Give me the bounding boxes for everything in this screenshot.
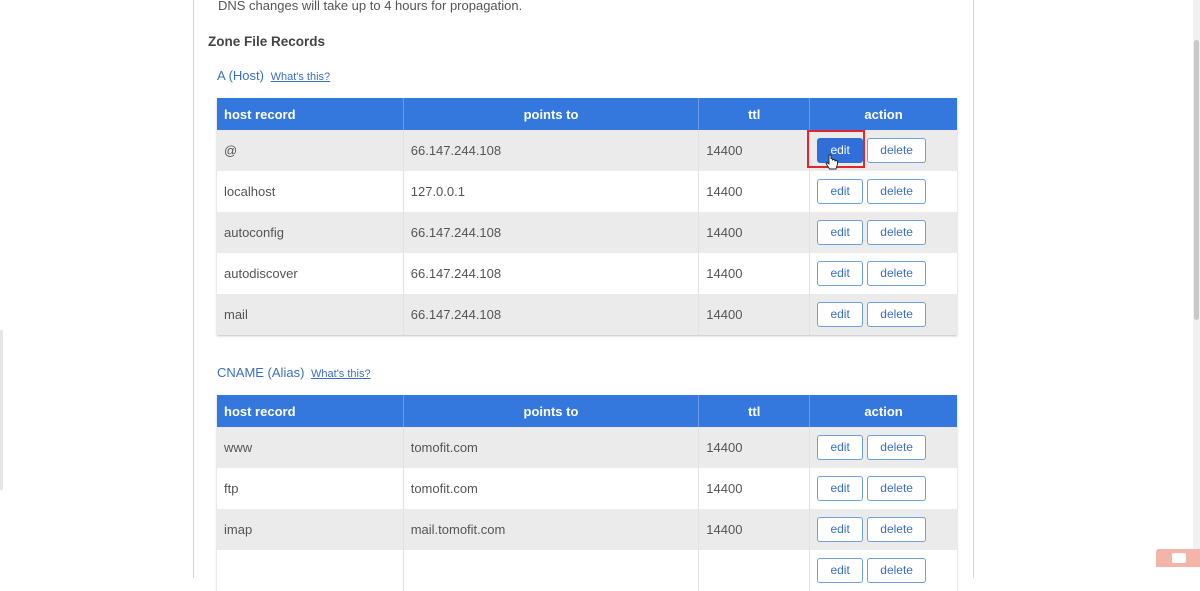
scrollbar-thumb[interactable] [1194,40,1199,320]
ttl-cell: 14400 [698,468,811,509]
a-host-title: A (Host) [217,68,264,83]
propagation-notice: DNS changes will take up to 4 hours for … [218,0,523,13]
ttl-cell: 14400 [698,253,811,294]
cname-heading: CNAME (Alias) What's this? [217,365,371,380]
table-row: imap mail.tomofit.com 14400 edit delete [217,509,957,550]
ttl-cell: 14400 [698,130,811,171]
action-cell: edit delete [809,427,957,468]
delete-button[interactable]: delete [867,558,927,583]
ttl-cell: 14400 [698,509,811,550]
header-action: action [809,395,957,427]
header-host-record: host record [217,395,404,427]
a-host-table: host record points to ttl action @66.147… [217,98,957,335]
dns-panel: DNS changes will take up to 4 hours for … [193,0,974,591]
delete-button[interactable]: delete [867,435,927,460]
host-record-cell: autodiscover [217,253,404,294]
ttl-cell [698,550,811,591]
edit-button[interactable]: edit [817,220,864,245]
edit-button[interactable]: edit [817,302,864,327]
hand-cursor-icon [825,154,838,170]
header-points-to: points to [403,395,700,427]
edit-button[interactable]: edit [817,435,864,460]
table-row: ftp tomofit.com 14400 edit delete [217,468,957,509]
table-row: edit delete [217,550,957,591]
delete-button[interactable]: delete [867,220,927,245]
a-host-heading: A (Host) What's this? [217,68,330,83]
youtube-icon [1156,549,1200,567]
header-points-to: points to [403,98,700,130]
delete-button[interactable]: delete [867,517,927,542]
host-record-cell: localhost [217,171,404,212]
table-row: autodiscover 66.147.244.108 14400 edit delet… [217,253,957,294]
header-ttl: ttl [698,98,811,130]
host-record-cell: ftp [217,468,404,509]
delete-button[interactable]: delete [867,302,927,327]
action-cell: edit delete [809,468,957,509]
cname-help-link[interactable]: What's this? [311,368,371,380]
action-cell: edit delete [809,171,957,212]
host-record-cell: www [217,427,404,468]
points-to-cell: 66.147.244.108 [403,253,700,294]
delete-button[interactable]: delete [867,476,927,501]
table-row: @66.147.244.108 14400 edit delete [217,130,957,171]
table-row: autoconfig 66.147.244.108 14400 edit delete [217,212,957,253]
points-to-cell: 66.147.244.108 [403,130,700,171]
header-ttl: ttl [698,395,811,427]
header-host-record: host record [217,98,404,130]
points-to-cell: 66.147.244.108 [403,294,700,335]
zone-file-records-heading: Zone File Records [208,34,326,49]
edit-button[interactable]: edit [817,261,864,286]
table-header-row: host record points to ttl action [217,395,957,427]
points-to-cell: mail.tomofit.com [403,509,700,550]
ttl-cell: 14400 [698,212,811,253]
points-to-cell: tomofit.com [403,427,700,468]
table-row: localhost 127.0.0.1 14400 edit delete [217,171,957,212]
table-row: www tomofit.com 14400 edit delete [217,427,957,468]
delete-button[interactable]: delete [867,179,927,204]
table-header-row: host record points to ttl action [217,98,957,130]
edit-button[interactable]: edit [817,517,864,542]
points-to-cell [403,550,700,591]
delete-button[interactable]: delete [867,138,927,163]
ttl-cell: 14400 [698,427,811,468]
ttl-cell: 14400 [698,294,811,335]
edit-button[interactable]: edit [817,558,864,583]
action-cell: edit delete [809,253,957,294]
edit-button[interactable]: edit [817,179,864,204]
a-host-help-link[interactable]: What's this? [271,71,331,83]
header-action: action [809,98,957,130]
action-cell: edit delete [809,212,957,253]
action-cell: edit delete [809,550,957,591]
edit-button[interactable]: edit [817,476,864,501]
points-to-cell: tomofit.com [403,468,700,509]
host-record-cell: autoconfig [217,212,404,253]
action-cell: edit delete [809,294,957,335]
host-record-cell: imap [217,509,404,550]
table-row: mail 66.147.244.108 14400 edit delete [217,294,957,335]
host-record-cell: @ [217,130,404,171]
action-cell: edit delete [809,509,957,550]
cname-title: CNAME (Alias) [217,365,305,380]
delete-button[interactable]: delete [867,261,927,286]
host-record-cell: mail [217,294,404,335]
points-to-cell: 127.0.0.1 [403,171,700,212]
cname-table: host record points to ttl action www tomo… [217,395,957,591]
ttl-cell: 14400 [698,171,811,212]
left-edge-divider [0,330,3,490]
scrollbar[interactable] [1193,0,1200,567]
points-to-cell: 66.147.244.108 [403,212,700,253]
host-record-cell [217,550,404,591]
